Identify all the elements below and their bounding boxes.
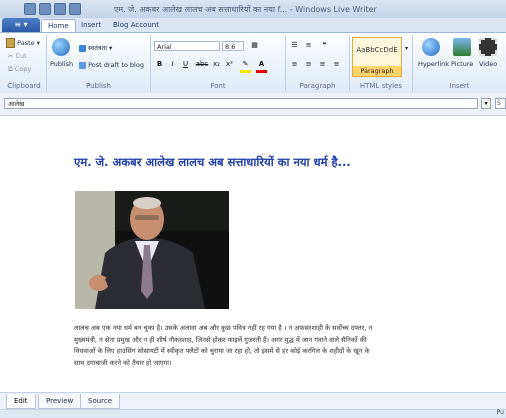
bold-button[interactable]: B [154,59,165,70]
post-title-bar: आलेख ▾ S [0,93,506,116]
html-styles-label: HTML styles [359,82,403,90]
paste-icon [6,38,15,48]
tab-blog-account[interactable]: Blog Account [107,19,165,32]
view-tabs: Edit Preview Source [0,392,506,410]
cut-button[interactable]: ✂ Cut [8,52,27,60]
blockquote-icon[interactable]: ❝ [319,40,330,51]
bullet-list-icon[interactable]: ☰ [289,40,300,51]
picture-icon [453,38,471,56]
font-family-select[interactable]: Arial [154,41,220,51]
subscript-button[interactable]: x₂ [211,59,222,70]
tab-insert[interactable]: Insert [75,19,107,32]
title-bar: एम. जे. अकबर आलेख लालच अब सत्ताधारियों क… [0,0,506,19]
paragraph-label: Paragraph [299,82,336,90]
video-button[interactable]: Video [479,60,497,68]
align-justify-icon[interactable]: ≡ [331,59,342,70]
tab-edit[interactable]: Edit [6,394,36,409]
post-heading: एम. जे. अकबर आलेख लालच अब सत्ताधारियों क… [74,155,351,169]
tab-preview[interactable]: Preview [38,394,82,409]
video-icon [479,38,497,56]
font-size-select[interactable]: 8.6 [222,41,244,51]
style-paragraph-button[interactable]: AaBbCcDdE Paragraph [352,37,402,77]
style-sample: AaBbCcDdE [356,46,398,54]
quick-access-toolbar [24,3,81,15]
dropdown-icon[interactable] [69,3,81,15]
align-right-icon[interactable]: ≡ [317,59,328,70]
publish-label: Publish [86,82,111,90]
superscript-button[interactable]: x² [224,59,235,70]
hyperlink-button[interactable]: Hyperlink [418,60,449,68]
undo-icon[interactable] [39,3,51,15]
insert-label: Insert [449,82,470,90]
editor-canvas[interactable]: एम. जे. अकबर आलेख लालच अब सत्ताधारियों क… [0,116,506,392]
app-menu-button[interactable]: ≡ ▾ [2,18,40,32]
ribbon-tab-row: ≡ ▾ Home Insert Blog Account [0,18,506,33]
clipboard-group: Paste ▾ ✂ Cut ⧉ Copy Clipboard [2,35,47,91]
blog-account-selector[interactable]: स्वतंत्रता ▾ [79,43,112,52]
author-photo [75,191,229,309]
categories-checkbox[interactable]: S [495,98,506,109]
post-draft-button[interactable]: Post draft to blog [79,61,144,69]
clipboard-label: Clipboard [7,82,41,90]
styles-scroll-icon[interactable]: ▾ [401,43,412,54]
save-icon[interactable] [24,3,36,15]
post-title-input[interactable]: आलेख [4,98,478,109]
numbered-list-icon[interactable]: ≡ [303,40,314,51]
font-color-icon[interactable]: A [256,59,267,73]
insert-group: Hyperlink Picture Video Insert [413,35,506,91]
copy-button[interactable]: ⧉ Copy [8,65,31,74]
paste-button[interactable]: Paste ▾ [6,38,40,48]
post-body-text: लालच अब एक नया धर्म बन चुका है। उसके अला… [74,324,373,367]
picture-button[interactable]: Picture [451,60,473,68]
publish-button[interactable]: Publish [50,60,73,68]
publish-group: Publish स्वतंत्रता ▾ Post draft to blog … [47,35,151,91]
italic-button[interactable]: I [167,59,178,70]
redo-icon[interactable] [54,3,66,15]
window-title: एम. जे. अकबर आलेख लालच अब सत्ताधारियों क… [114,5,377,14]
font-group: Arial 8.6 ▦ B I U abc x₂ x² ✎ A Font [151,35,286,91]
tab-source[interactable]: Source [80,394,121,409]
align-left-icon[interactable]: ≡ [289,59,300,70]
draft-icon [79,61,86,69]
author-photo-art [75,191,229,309]
format-painter-icon[interactable]: ▦ [249,40,260,51]
font-label: Font [210,82,226,90]
underline-button[interactable]: U [180,59,191,70]
hyperlink-icon [422,38,440,56]
publish-icon [52,38,70,56]
ribbon: Paste ▾ ✂ Cut ⧉ Copy Clipboard Publish स… [0,32,506,94]
title-dropdown-button[interactable]: ▾ [481,98,491,109]
align-center-icon[interactable]: ≡ [303,59,314,70]
paragraph-group: ☰ ≡ ❝ ≡ ≡ ≡ ≡ Paragraph [286,35,350,91]
tab-home[interactable]: Home [41,19,76,33]
style-selected-label: Paragraph [353,66,401,76]
blog-icon [79,44,86,52]
highlight-icon[interactable]: ✎ [240,59,251,73]
status-text: Pu [496,409,504,416]
strikethrough-button[interactable]: abc [195,59,209,70]
